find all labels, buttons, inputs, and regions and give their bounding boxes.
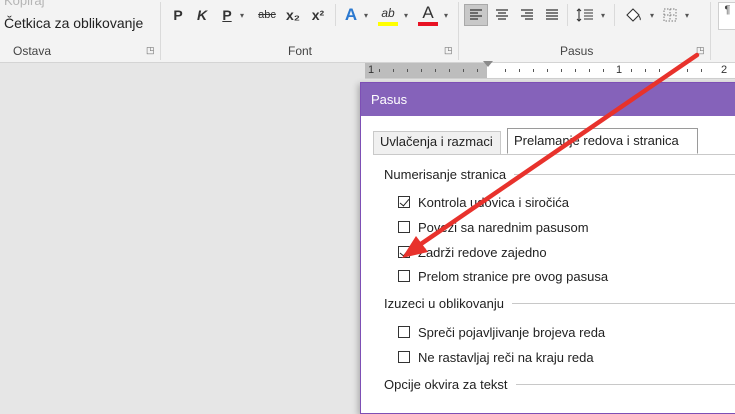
font-launcher-icon[interactable]: ◳ (444, 46, 453, 55)
highlight-button[interactable]: ab (378, 4, 398, 26)
superscript-button[interactable]: x² (309, 4, 327, 26)
section-divider (511, 303, 735, 304)
suppress-line-numbers-option[interactable]: Spreči pojavljivanje brojeva reda (398, 323, 605, 341)
tab-indents-spacing[interactable]: Uvlačenja i razmaci (373, 131, 501, 154)
option-label: Poveži sa narednim pasusom (418, 219, 589, 235)
align-center-icon (496, 9, 508, 20)
checkbox-unchecked[interactable] (398, 221, 410, 233)
align-center-button[interactable] (491, 4, 513, 26)
borders-button[interactable] (660, 4, 680, 26)
paragraph-launcher-icon[interactable]: ◳ (696, 46, 705, 55)
align-right-button[interactable] (516, 4, 538, 26)
font-color-dropdown-icon[interactable]: ▾ (440, 4, 450, 26)
section-textbox-options: Opcije okvira za tekst (384, 377, 735, 392)
checkbox-unchecked[interactable] (398, 326, 410, 338)
format-painter-button[interactable]: Četkica za oblikovanje (4, 15, 143, 31)
ruler-label: 2 (721, 64, 728, 76)
highlight-dropdown-icon[interactable]: ▾ (400, 4, 410, 26)
bold-button[interactable]: P (170, 4, 186, 26)
line-spacing-icon (576, 8, 593, 22)
justify-icon (546, 9, 558, 20)
line-spacing-button[interactable] (574, 4, 596, 26)
copy-button-label[interactable]: Kopiraj (4, 0, 44, 8)
horizontal-ruler[interactable]: 1 1 2 (365, 61, 735, 79)
indent-marker-icon[interactable] (483, 61, 493, 67)
tab-line-page-breaks[interactable]: Prelamanje redova i stranica (507, 128, 698, 154)
font-inner-divider (335, 4, 336, 26)
paragraph-inner-divider (567, 4, 568, 26)
section-formatting-exceptions: Izuzeci u oblikovanju (384, 296, 735, 311)
paint-bucket-icon (626, 8, 641, 22)
group-divider (458, 2, 459, 60)
ruler-margin-area (365, 63, 487, 78)
group-divider (710, 2, 711, 60)
paragraph-group-label: Pasus (560, 44, 594, 58)
text-effects-button[interactable]: A (342, 4, 360, 26)
keep-with-next-option[interactable]: Poveži sa narednim pasusom (398, 218, 589, 236)
underline-dropdown-icon[interactable]: ▾ (236, 4, 246, 26)
subscript-button[interactable]: x₂ (284, 4, 302, 26)
italic-button[interactable]: K (194, 4, 210, 26)
page-break-before-option[interactable]: Prelom stranice pre ovog pasusa (398, 267, 608, 285)
line-spacing-dropdown-icon[interactable]: ▾ (597, 4, 607, 26)
option-label: Spreči pojavljivanje brojeva reda (418, 324, 606, 340)
checkbox-unchecked[interactable] (398, 270, 410, 282)
clipboard-launcher-icon[interactable]: ◳ (146, 46, 155, 55)
ribbon: Kopiraj Četkica za oblikovanje Ostava ◳ … (0, 0, 735, 63)
clipboard-group-label: Ostava (13, 44, 52, 58)
dont-hyphenate-option[interactable]: Ne rastavljaj reči na kraju reda (398, 348, 594, 366)
align-left-icon (470, 9, 482, 20)
justify-button[interactable] (541, 4, 563, 26)
section-title: Opcije okvira za tekst (384, 377, 508, 392)
font-group-label: Font (288, 44, 313, 58)
borders-icon (663, 8, 677, 22)
ruler-label: 1 (616, 64, 623, 76)
keep-lines-together-option[interactable]: Zadrži redove zajedno (398, 243, 547, 261)
shading-dropdown-icon[interactable]: ▾ (646, 4, 656, 26)
section-pagination: Numerisanje stranica (384, 167, 735, 182)
option-label: Kontrola udovica i siročića (418, 194, 570, 210)
dialog-tabs: Uvlačenja i razmaci Prelamanje redova i … (373, 128, 735, 155)
option-label: Ne rastavljaj reči na kraju reda (418, 349, 594, 365)
font-color-button[interactable]: A (418, 3, 438, 26)
text-effects-dropdown-icon[interactable]: ▾ (360, 4, 370, 26)
strikethrough-button[interactable]: abc (255, 4, 279, 26)
checkbox-checked[interactable] (398, 246, 410, 258)
checkbox-checked[interactable] (398, 196, 410, 208)
borders-dropdown-icon[interactable]: ▾ (681, 4, 691, 26)
underline-button[interactable]: P (219, 4, 235, 26)
dialog-title: Pasus (361, 83, 735, 116)
checkbox-unchecked[interactable] (398, 351, 410, 363)
option-label: Zadrži redove zajedno (418, 244, 547, 260)
section-title: Numerisanje stranica (384, 167, 507, 182)
section-divider (515, 384, 735, 385)
widow-orphan-control-option[interactable]: Kontrola udovica i siročića (398, 193, 569, 211)
paragraph-inner-divider (614, 4, 615, 26)
styles-gallery-partial[interactable]: ¶ (718, 2, 735, 30)
option-label: Prelom stranice pre ovog pasusa (418, 268, 609, 284)
align-right-icon (521, 9, 533, 20)
ruler-label: 1 (368, 64, 375, 76)
section-title: Izuzeci u oblikovanju (384, 296, 504, 311)
section-divider (514, 174, 735, 175)
shading-button[interactable] (622, 4, 644, 26)
paragraph-dialog: Pasus Uvlačenja i razmaci Prelamanje red… (360, 82, 735, 414)
group-divider (160, 2, 161, 60)
align-left-button[interactable] (464, 4, 488, 26)
